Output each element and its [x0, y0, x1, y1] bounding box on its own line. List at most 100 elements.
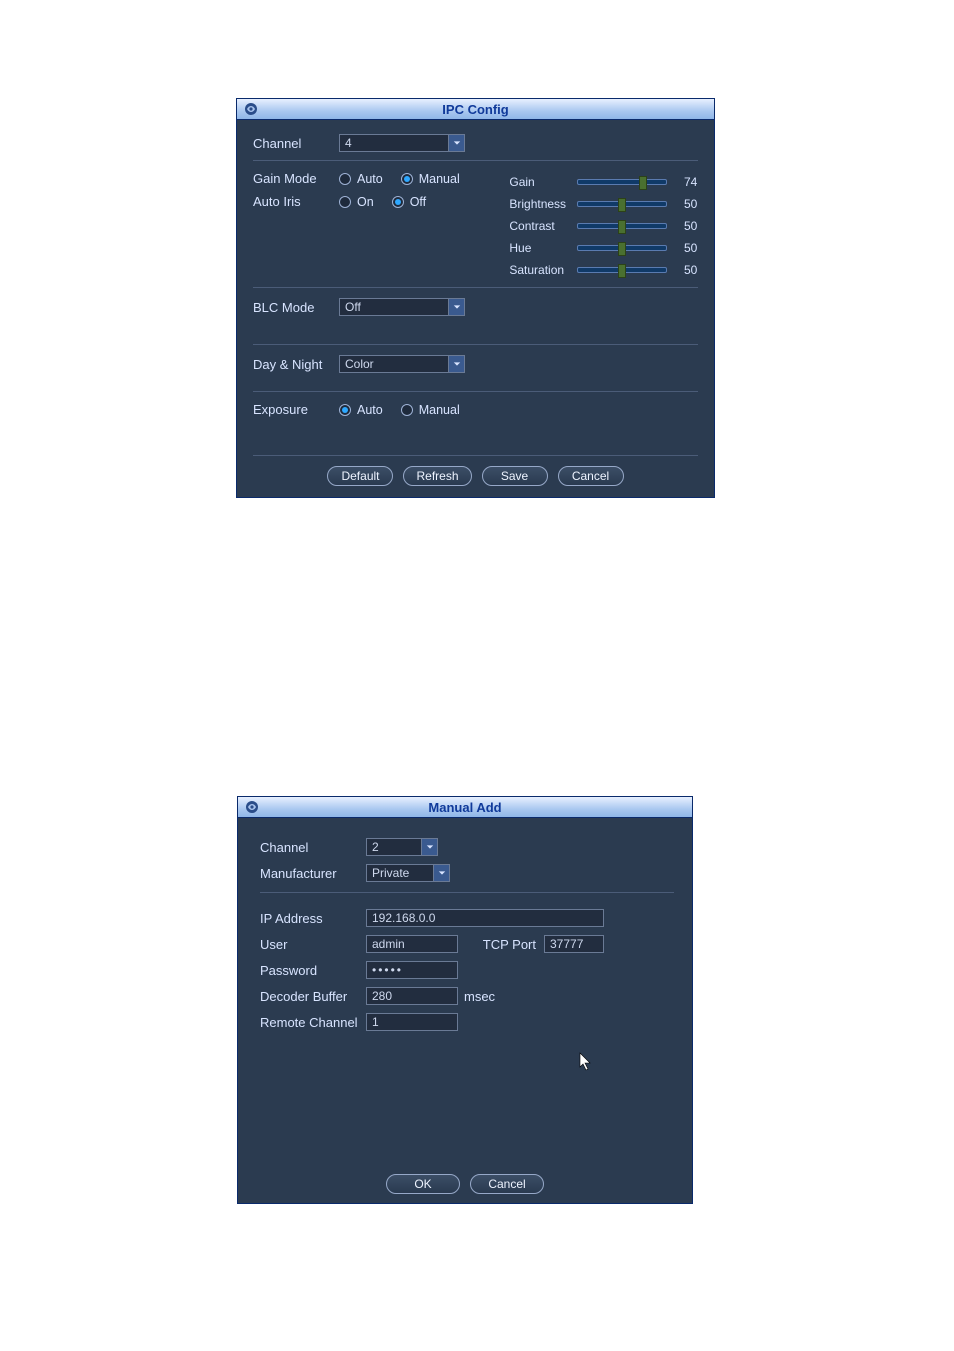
remote-channel-row: Remote Channel 1: [260, 1013, 674, 1031]
gain-value: 74: [673, 175, 697, 189]
ipc-body: Channel 4 Gain Mode Auto Manual Auto Iri…: [237, 120, 714, 494]
ip-address-row: IP Address 192.168.0.0: [260, 909, 674, 927]
day-night-value: Color: [345, 357, 374, 371]
tcp-port-label: TCP Port: [458, 937, 544, 952]
auto-iris-on-text: On: [357, 195, 374, 209]
cancel-button[interactable]: Cancel: [470, 1174, 544, 1194]
app-icon: [243, 101, 259, 117]
gain-mode-manual-text: Manual: [419, 172, 460, 186]
brightness-slider[interactable]: [577, 201, 667, 207]
tcp-port-input[interactable]: 37777: [544, 935, 604, 953]
ma-channel-select[interactable]: 2: [366, 838, 438, 856]
gain-mode-auto-radio[interactable]: Auto: [339, 172, 383, 186]
app-icon: [244, 799, 260, 815]
day-night-row: Day & Night Color: [253, 355, 698, 373]
gain-mode-manual-radio[interactable]: Manual: [401, 172, 460, 186]
gain-mode-auto-text: Auto: [357, 172, 383, 186]
user-label: User: [260, 937, 366, 952]
ipc-button-row: Default Refresh Save Cancel: [253, 466, 698, 486]
chevron-down-icon[interactable]: [448, 299, 464, 315]
remote-channel-input[interactable]: 1: [366, 1013, 458, 1031]
manual-add-body: Channel 2 Manufacturer Private IP Addres…: [238, 818, 692, 1204]
blc-mode-select[interactable]: Off: [339, 298, 465, 316]
exposure-row: Exposure Auto Manual: [253, 402, 698, 417]
ma-manufacturer-label: Manufacturer: [260, 866, 366, 881]
password-input[interactable]: •••••: [366, 961, 458, 979]
blc-mode-value: Off: [345, 300, 361, 314]
contrast-label: Contrast: [509, 219, 571, 233]
saturation-label: Saturation: [509, 263, 571, 277]
decoder-buffer-row: Decoder Buffer 280 msec: [260, 987, 674, 1005]
brightness-value: 50: [673, 197, 697, 211]
divider: [253, 344, 698, 345]
ma-channel-value: 2: [372, 840, 379, 854]
auto-iris-off-text: Off: [410, 195, 426, 209]
exposure-manual-radio[interactable]: Manual: [401, 403, 460, 417]
exposure-auto-radio[interactable]: Auto: [339, 403, 383, 417]
auto-iris-on-radio[interactable]: On: [339, 195, 374, 209]
decoder-buffer-input[interactable]: 280: [366, 987, 458, 1005]
cursor-icon: [579, 1052, 593, 1072]
divider: [253, 391, 698, 392]
user-input[interactable]: admin: [366, 935, 458, 953]
auto-iris-off-radio[interactable]: Off: [392, 195, 426, 209]
cancel-button[interactable]: Cancel: [558, 466, 624, 486]
blc-mode-row: BLC Mode Off: [253, 298, 698, 316]
default-button[interactable]: Default: [327, 466, 393, 486]
day-night-select[interactable]: Color: [339, 355, 465, 373]
contrast-slider[interactable]: [577, 223, 667, 229]
saturation-slider-row: Saturation 50: [509, 259, 698, 281]
password-label: Password: [260, 963, 366, 978]
gain-mode-label: Gain Mode: [253, 171, 339, 186]
decoder-buffer-unit: msec: [464, 989, 495, 1004]
decoder-buffer-label: Decoder Buffer: [260, 989, 366, 1004]
channel-row: Channel 4: [253, 134, 698, 152]
divider: [253, 287, 698, 288]
ip-address-input[interactable]: 192.168.0.0: [366, 909, 604, 927]
exposure-manual-text: Manual: [419, 403, 460, 417]
auto-iris-row: Auto Iris On Off: [253, 194, 479, 209]
chevron-down-icon[interactable]: [448, 356, 464, 372]
channel-label: Channel: [253, 136, 339, 151]
blc-mode-label: BLC Mode: [253, 300, 339, 315]
password-row: Password •••••: [260, 961, 674, 979]
exposure-label: Exposure: [253, 402, 339, 417]
saturation-value: 50: [673, 263, 697, 277]
hue-slider-row: Hue 50: [509, 237, 698, 259]
divider: [253, 160, 698, 161]
brightness-slider-row: Brightness 50: [509, 193, 698, 215]
user-row: User admin TCP Port 37777: [260, 935, 674, 953]
refresh-button[interactable]: Refresh: [403, 466, 471, 486]
chevron-down-icon[interactable]: [421, 839, 437, 855]
saturation-slider[interactable]: [577, 267, 667, 273]
hue-slider[interactable]: [577, 245, 667, 251]
gain-slider[interactable]: [577, 179, 667, 185]
hue-value: 50: [673, 241, 697, 255]
hue-label: Hue: [509, 241, 571, 255]
gain-mode-row: Gain Mode Auto Manual: [253, 171, 479, 186]
ip-address-label: IP Address: [260, 911, 366, 926]
ma-channel-row: Channel 2: [260, 838, 674, 856]
chevron-down-icon[interactable]: [448, 135, 464, 151]
ma-channel-label: Channel: [260, 840, 366, 855]
ma-manufacturer-value: Private: [372, 866, 409, 880]
brightness-label: Brightness: [509, 197, 571, 211]
manual-add-title: Manual Add: [238, 800, 692, 815]
day-night-label: Day & Night: [253, 357, 339, 372]
ma-button-row: OK Cancel: [238, 1174, 692, 1194]
ma-manufacturer-row: Manufacturer Private: [260, 864, 674, 882]
image-sliders: Gain 74 Brightness 50 Contrast 50 Hue: [509, 171, 698, 281]
save-button[interactable]: Save: [482, 466, 548, 486]
chevron-down-icon[interactable]: [433, 865, 449, 881]
ipc-title: IPC Config: [237, 102, 714, 117]
image-settings-row: Gain Mode Auto Manual Auto Iris On Off G…: [253, 171, 698, 281]
ok-button[interactable]: OK: [386, 1174, 460, 1194]
divider: [260, 892, 674, 893]
manual-add-titlebar: Manual Add: [238, 797, 692, 818]
manual-add-window: Manual Add Channel 2 Manufacturer Privat…: [237, 796, 693, 1204]
gain-label: Gain: [509, 175, 571, 189]
channel-select[interactable]: 4: [339, 134, 465, 152]
ma-manufacturer-select[interactable]: Private: [366, 864, 450, 882]
exposure-auto-text: Auto: [357, 403, 383, 417]
auto-iris-label: Auto Iris: [253, 194, 339, 209]
